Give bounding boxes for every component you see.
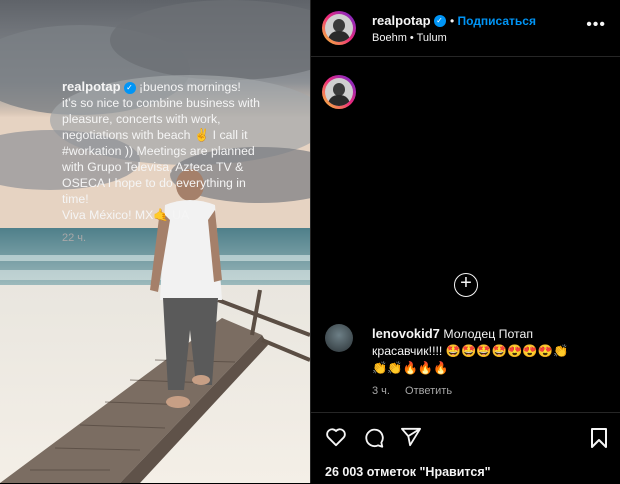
verified-badge-icon: ✓	[433, 14, 446, 27]
comment-text-line-1: Молодец Потап	[443, 327, 534, 341]
caption-line-9: Viva México! MX🤙 UA	[62, 208, 190, 222]
comment-text-line-2: красавчик!!!! 🤩🤩🤩🤩😍😍😍👏	[372, 344, 569, 358]
heart-icon[interactable]	[325, 427, 347, 447]
likes-count[interactable]: 26 003 отметок "Нравится"	[325, 465, 491, 479]
reply-button[interactable]: Ответить	[405, 385, 452, 397]
caption-username[interactable]: realpotap	[62, 79, 121, 94]
caption-line-8: time!	[62, 192, 89, 206]
caption-line-3: pleasure, concerts with work,	[62, 112, 221, 126]
comment-text-line-3: 👏👏🔥🔥🔥	[372, 361, 449, 375]
caption-line-2: it’s so nice to combine business with	[62, 96, 260, 110]
caption-line-5[interactable]: #workation )) Meetings are planned	[62, 143, 298, 159]
caption-line-6: with Grupo Televisa, Azteca TV &	[62, 160, 244, 174]
post-location[interactable]: Boehm • Tulum	[372, 32, 447, 44]
caption-line-4: negotiations with beach ✌️ I call it	[62, 128, 248, 142]
caption-author-avatar[interactable]	[322, 75, 356, 109]
author-avatar[interactable]	[322, 11, 356, 45]
comment-username[interactable]: lenovokid7	[372, 326, 440, 341]
comment-meta: 3 ч. Ответить	[372, 385, 452, 397]
comment-icon[interactable]	[363, 427, 385, 449]
send-icon[interactable]	[400, 427, 422, 447]
commenter-avatar[interactable]	[325, 324, 353, 352]
caption-timestamp[interactable]: 22 ч.	[62, 232, 86, 244]
header-username[interactable]: realpotap	[372, 13, 431, 28]
comment-item: lenovokid7 Молодец Потап красавчик!!!! 🤩…	[372, 325, 608, 377]
post-caption: realpotap ✓ ¡buenos mornings! it’s so nic…	[62, 79, 298, 246]
follow-button[interactable]: Подписаться	[458, 14, 536, 28]
header-user-line: realpotap ✓ • Подписаться	[372, 12, 536, 30]
bookmark-icon[interactable]	[590, 427, 608, 449]
caption-line-1: ¡buenos mornings!	[138, 80, 241, 94]
caption-line-7: OSECA I hope to do everything in	[62, 176, 246, 190]
load-more-comments-button[interactable]: +	[454, 273, 478, 297]
post-side-panel	[310, 0, 620, 483]
plus-circle-icon: +	[460, 272, 472, 294]
more-options-icon[interactable]: •••	[586, 16, 606, 34]
comment-timestamp[interactable]: 3 ч.	[372, 385, 390, 397]
separator-dot: •	[449, 14, 458, 28]
verified-badge-icon: ✓	[123, 81, 136, 94]
